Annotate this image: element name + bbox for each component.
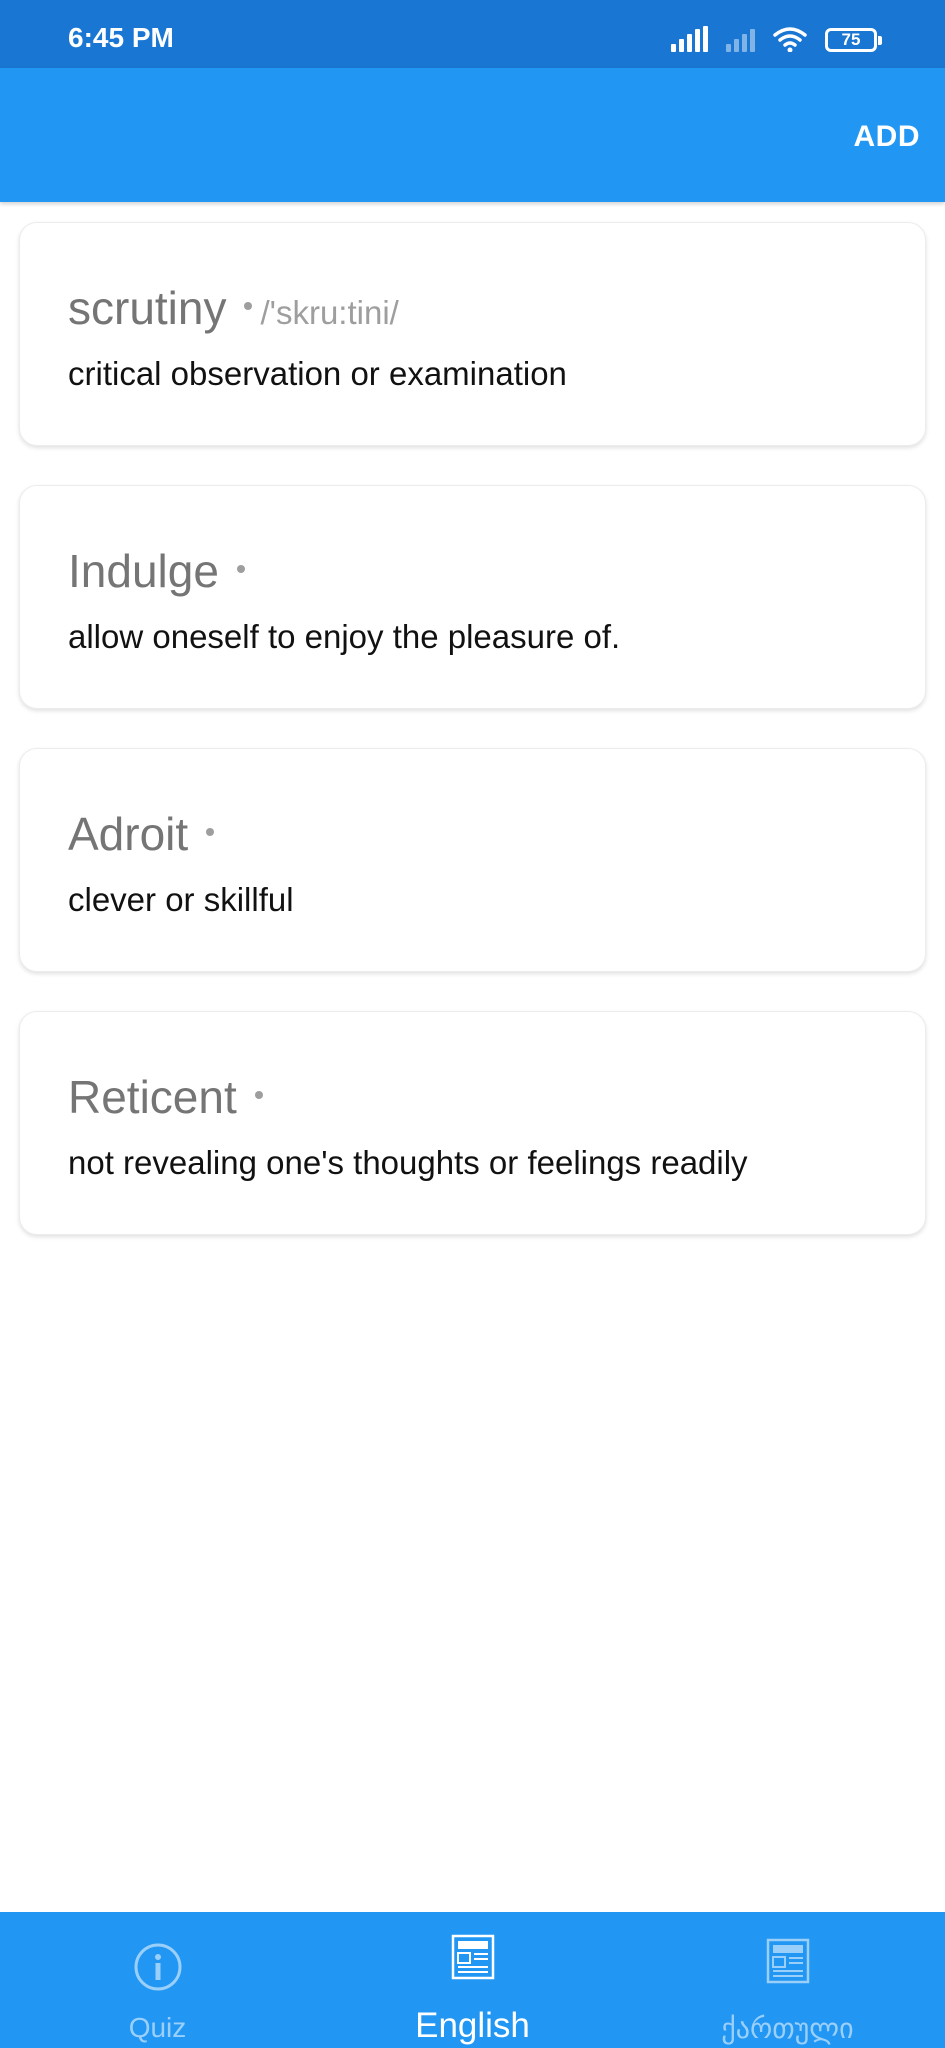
word-text: Reticent <box>68 1071 237 1123</box>
word-card[interactable]: Indulge allow oneself to enjoy the pleas… <box>19 485 926 709</box>
word-card[interactable]: Reticent not revealing one's thoughts or… <box>19 1011 926 1235</box>
word-text: scrutiny <box>68 282 227 334</box>
word-title: scrutiny /'skru:tini/ <box>68 281 399 335</box>
separator-dot <box>254 1091 263 1099</box>
word-card[interactable]: Adroit clever or skillful <box>19 748 926 972</box>
word-definition: clever or skillful <box>68 881 294 918</box>
status-bar: 6:45 PM 75 <box>0 0 945 68</box>
signal-icon <box>671 26 708 52</box>
separator-dot <box>236 565 245 573</box>
bottom-navigation: Quiz English ქართული <box>0 1912 945 2048</box>
word-text: Indulge <box>68 545 219 597</box>
word-title: Adroit <box>68 807 222 861</box>
add-button[interactable]: ADD <box>854 120 921 154</box>
nav-item-quiz[interactable]: Quiz <box>0 1912 315 2048</box>
dictionary-icon <box>451 1934 494 1980</box>
word-definition: allow oneself to enjoy the pleasure of. <box>68 618 621 655</box>
nav-label-quiz: Quiz <box>128 2012 187 2043</box>
dictionary-icon <box>766 1938 809 1984</box>
word-definition: critical observation or examination <box>68 355 567 392</box>
wifi-icon <box>773 27 807 52</box>
separator-dot <box>244 302 253 310</box>
battery-icon: 75 <box>825 28 882 52</box>
word-title: Indulge <box>68 544 253 598</box>
word-title: Reticent <box>68 1070 271 1124</box>
separator-dot <box>206 828 215 836</box>
status-time: 6:45 PM <box>68 22 174 53</box>
app-bar: ADD <box>0 68 945 202</box>
status-icons: 75 <box>671 26 882 52</box>
pronunciation: /'skru:tini/ <box>260 294 399 331</box>
nav-label-georgian: ქართული <box>721 2013 854 2044</box>
nav-item-english[interactable]: English <box>315 1912 630 2048</box>
word-text: Adroit <box>68 808 189 860</box>
info-icon <box>134 1943 181 1991</box>
word-definition: not revealing one's thoughts or feelings… <box>68 1144 748 1181</box>
nav-label-english: English <box>415 2006 530 2045</box>
signal-off-icon <box>726 26 755 52</box>
nav-item-georgian[interactable]: ქართული <box>630 1912 945 2048</box>
word-card[interactable]: scrutiny /'skru:tini/ critical observati… <box>19 222 926 446</box>
